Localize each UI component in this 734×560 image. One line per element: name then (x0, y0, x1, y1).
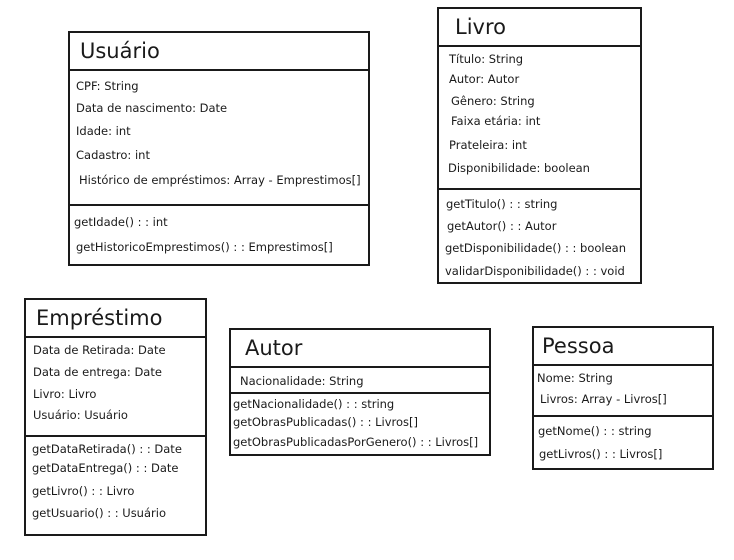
method: getNacionalidade() : : string (233, 397, 395, 411)
class-pessoa-name: Pessoa (534, 328, 712, 366)
class-usuario-name: Usuário (70, 33, 368, 71)
class-autor: Autor Nacionalidade: String getNacionali… (229, 328, 491, 456)
class-livro-methods: getTitulo() : : string getAutor() : : Au… (439, 190, 640, 282)
method: getTitulo() : : string (446, 197, 558, 211)
attribute: Idade: int (76, 124, 131, 138)
attribute: Gênero: String (451, 94, 535, 108)
attribute: Cadastro: int (76, 148, 150, 162)
attribute: Data de nascimento: Date (76, 101, 228, 115)
method: getObrasPublicadas() : : Livros[] (233, 415, 418, 429)
method: getDisponibilidade() : : boolean (445, 241, 627, 255)
method: validarDisponibilidade() : : void (445, 264, 625, 278)
attribute: CPF: String (76, 79, 139, 93)
attribute: Disponibilidade: boolean (448, 161, 590, 175)
method: getHistoricoEmprestimos() : : Emprestimo… (76, 240, 333, 254)
class-usuario: Usuário CPF: String Data de nascimento: … (68, 31, 370, 266)
attribute: Autor: Autor (449, 72, 520, 86)
attribute: Nome: String (537, 371, 613, 385)
attribute: Faixa etária: int (451, 114, 541, 128)
class-pessoa-methods: getNome() : : string getLivros() : : Liv… (534, 417, 712, 468)
class-pessoa: Pessoa Nome: String Livros: Array - Livr… (532, 326, 714, 470)
method: getDataEntrega() : : Date (32, 461, 179, 475)
method: getObrasPublicadasPorGenero() : : Livros… (233, 435, 479, 449)
method: getNome() : : string (538, 424, 652, 438)
attribute: Nacionalidade: String (240, 374, 364, 388)
class-livro: Livro Título: String Autor: Autor Gênero… (437, 7, 642, 284)
attribute: Prateleira: int (449, 138, 527, 152)
attribute: Usuário: Usuário (33, 408, 128, 422)
attribute: Histórico de empréstimos: Array - Empres… (79, 173, 361, 187)
class-emprestimo: Empréstimo Data de Retirada: Date Data d… (24, 298, 207, 536)
method: getLivro() : : Livro (32, 484, 135, 498)
attribute: Livros: Array - Livros[] (540, 392, 667, 406)
class-usuario-methods: getIdade() : : int getHistoricoEmprestim… (70, 206, 368, 264)
method: getDataRetirada() : : Date (32, 442, 182, 456)
attribute: Livro: Livro (33, 387, 97, 401)
class-emprestimo-attributes: Data de Retirada: Date Data de entrega: … (26, 338, 205, 437)
method: getLivros() : : Livros[] (539, 447, 663, 461)
class-emprestimo-methods: getDataRetirada() : : Date getDataEntreg… (26, 437, 205, 534)
class-usuario-attributes: CPF: String Data de nascimento: Date Ida… (70, 71, 368, 206)
class-autor-attributes: Nacionalidade: String (231, 368, 489, 394)
class-livro-attributes: Título: String Autor: Autor Gênero: Stri… (439, 47, 640, 190)
method: getIdade() : : int (74, 215, 168, 229)
method: getUsuario() : : Usuário (32, 506, 166, 520)
class-livro-name: Livro (439, 9, 640, 47)
class-pessoa-attributes: Nome: String Livros: Array - Livros[] (534, 366, 712, 417)
attribute: Data de Retirada: Date (33, 343, 166, 357)
attribute: Título: String (449, 52, 524, 66)
method: getAutor() : : Autor (447, 219, 557, 233)
attribute: Data de entrega: Date (33, 365, 162, 379)
class-autor-name: Autor (231, 330, 489, 368)
class-emprestimo-name: Empréstimo (26, 300, 205, 338)
class-autor-methods: getNacionalidade() : : string getObrasPu… (231, 394, 489, 454)
